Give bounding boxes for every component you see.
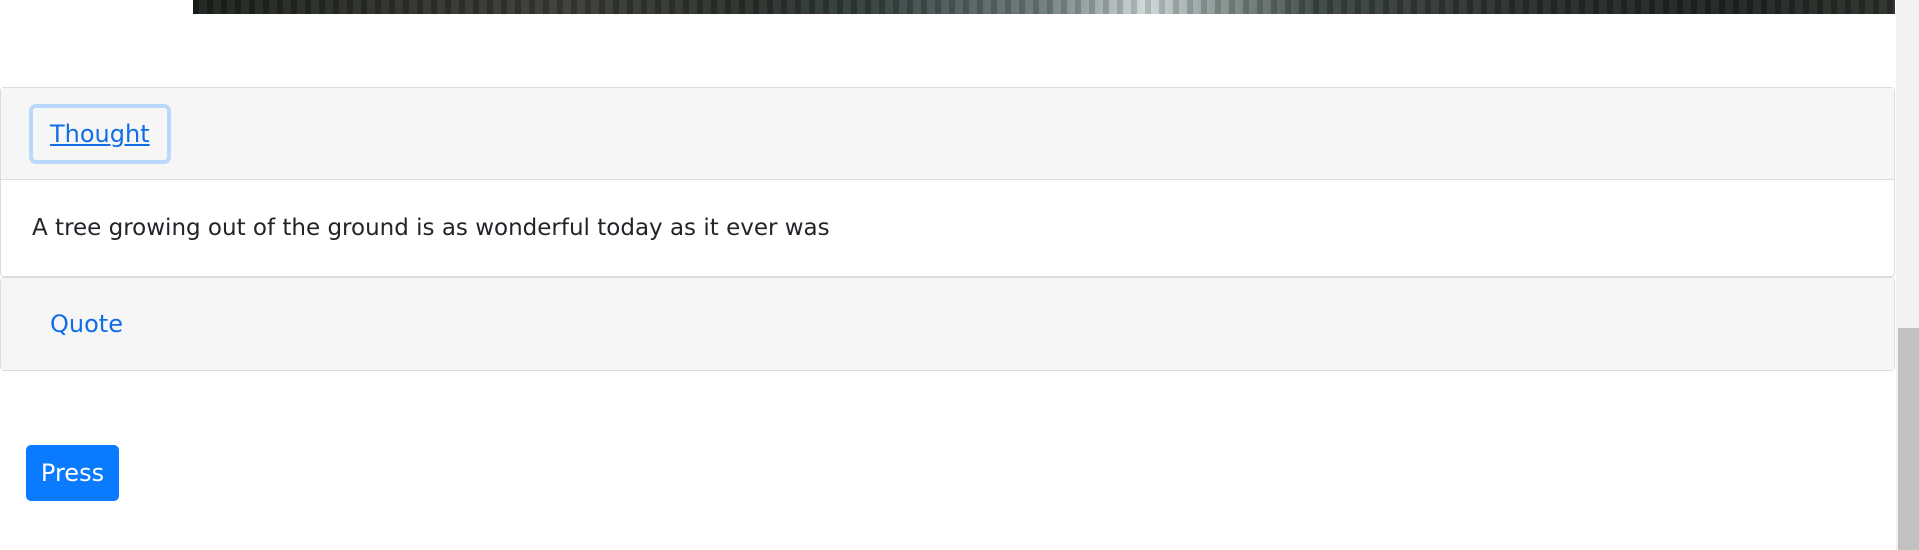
accordion-item-thought: Thought A tree growing out of the ground… (0, 87, 1895, 277)
vertical-scrollbar[interactable] (1896, 0, 1919, 550)
accordion-header-quote: Quote (1, 278, 1894, 370)
accordion-toggle-quote[interactable]: Quote (29, 294, 144, 354)
accordion-body-thought: A tree growing out of the ground is as w… (32, 215, 830, 241)
page: Thought A tree growing out of the ground… (0, 0, 1919, 550)
waterfall-image (193, 0, 1895, 14)
accordion-item-quote: Quote (0, 277, 1895, 371)
accordion: Thought A tree growing out of the ground… (0, 87, 1895, 371)
accordion-header-thought: Thought (1, 88, 1894, 180)
press-button[interactable]: Press (26, 445, 119, 501)
accordion-toggle-thought[interactable]: Thought (29, 104, 171, 164)
scrollbar-thumb[interactable] (1898, 328, 1919, 550)
